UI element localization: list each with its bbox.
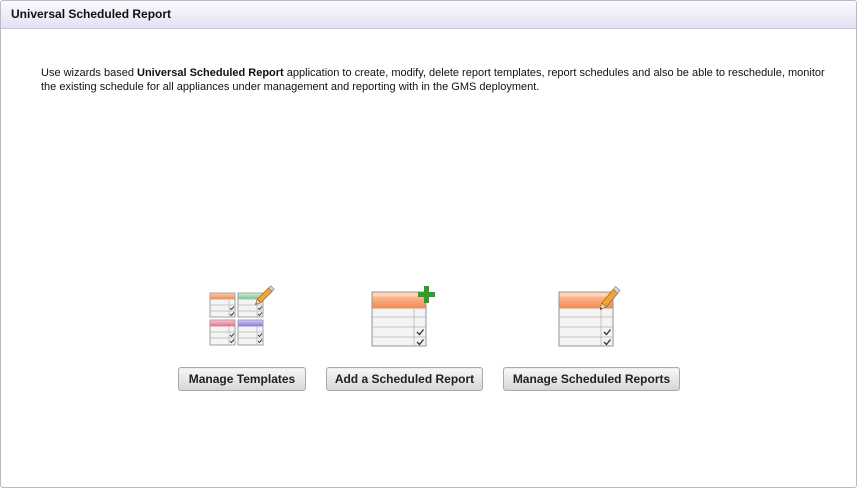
add-scheduled-report-button[interactable]: Add a Scheduled Report [326,367,483,391]
manage-templates-button[interactable]: Manage Templates [178,367,306,391]
page-title: Universal Scheduled Report [11,7,172,21]
templates-grid-icon[interactable] [207,284,277,349]
report-panel: Universal Scheduled Report Use wizards b… [0,0,857,488]
edit-report-icon[interactable] [556,283,628,349]
panel-header: Universal Scheduled Report [1,1,856,29]
manage-scheduled-reports-button[interactable]: Manage Scheduled Reports [503,367,680,391]
add-report-icon[interactable] [369,283,441,349]
app-name: Universal Scheduled Report [137,67,284,79]
page-description: Use wizards based Universal Scheduled Re… [41,67,825,93]
